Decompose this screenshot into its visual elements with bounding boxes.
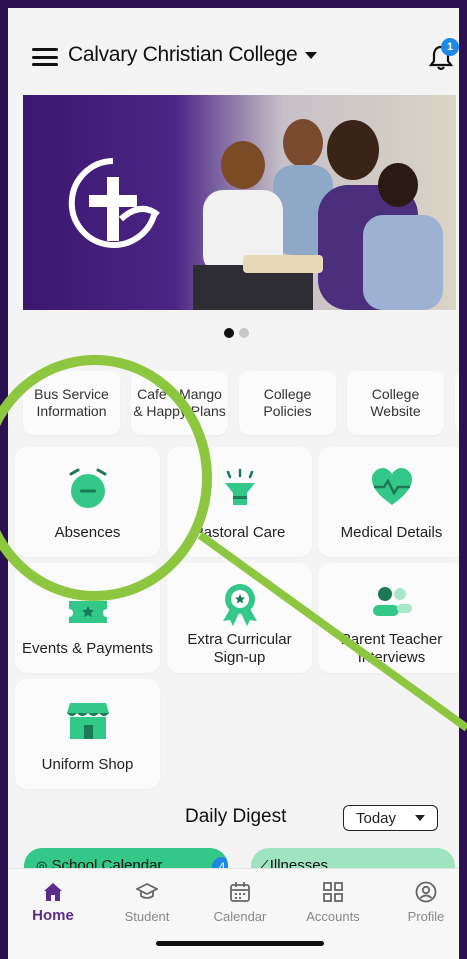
digest-filter-value: Today: [356, 810, 397, 827]
banner-image[interactable]: [23, 95, 456, 310]
bottom-navigation: Home Student Calendar Accounts Profile: [8, 868, 459, 959]
quick-link-college-website[interactable]: College Website: [347, 371, 444, 435]
tile-absences[interactable]: Absences: [15, 447, 160, 557]
home-icon: [44, 883, 62, 901]
quick-link-partial[interactable]: C: [455, 371, 459, 435]
quick-link-label: College Policies: [263, 386, 312, 419]
funnel-icon: [224, 468, 255, 505]
hamburger-menu-icon[interactable]: [32, 48, 58, 66]
carousel-dot[interactable]: [239, 328, 249, 338]
nav-calendar[interactable]: Calendar: [200, 881, 280, 924]
app-screen: Calvary Christian College 1 Bus Service …: [8, 8, 459, 959]
home-indicator[interactable]: [156, 941, 324, 946]
heart-icon: [371, 468, 412, 505]
tile-label: Uniform Shop: [41, 756, 134, 773]
tile-label: Events & Payments: [22, 640, 153, 657]
award-ribbon-icon: [222, 584, 257, 626]
tile-label: Absences: [54, 524, 121, 541]
tile-medical-details[interactable]: Medical Details: [318, 447, 459, 557]
tile-label: Medical Details: [340, 524, 443, 541]
tile-label: Extra Curricular Sign-up: [187, 631, 292, 666]
quick-link-label: Bus Service Information: [34, 386, 109, 419]
nav-accounts[interactable]: Accounts: [293, 881, 373, 924]
calendar-icon: [230, 882, 250, 902]
ticket-icon: [68, 601, 107, 623]
notification-badge: 1: [441, 38, 459, 56]
quick-link-college-policies[interactable]: College Policies: [239, 371, 336, 435]
daily-digest-title: Daily Digest: [185, 806, 287, 827]
tile-parent-teacher-interviews[interactable]: Parent Teacher Interviews: [318, 563, 459, 673]
carousel-dots[interactable]: [224, 325, 254, 343]
quick-link-label: College Website: [370, 386, 421, 419]
nav-student[interactable]: Student: [107, 881, 187, 924]
nav-label: Accounts: [306, 909, 360, 924]
quick-link-label: Cafe - Mango & Happy Plans: [133, 386, 226, 419]
nav-label: Calendar: [213, 909, 267, 924]
students-photo: [193, 119, 443, 310]
nav-label: Profile: [407, 909, 445, 924]
app-header: Calvary Christian College 1: [8, 36, 459, 76]
graduation-cap-icon: [136, 882, 158, 899]
tile-events-payments[interactable]: Events & Payments: [15, 563, 160, 673]
profile-icon: [415, 881, 437, 903]
nav-profile[interactable]: Profile: [386, 881, 459, 924]
tile-label: Parent Teacher Interviews: [340, 631, 443, 666]
alarm-clock-icon: [69, 468, 106, 508]
shop-icon: [66, 703, 109, 739]
tile-label: Pastoral Care: [193, 524, 286, 541]
app-title[interactable]: Calvary Christian College: [68, 43, 298, 67]
tile-extra-curricular[interactable]: Extra Curricular Sign-up: [167, 563, 312, 673]
grid-icon: [323, 882, 343, 902]
nav-label: Student: [124, 909, 170, 924]
nav-label: Home: [32, 907, 74, 924]
chevron-down-icon[interactable]: [305, 52, 317, 59]
chevron-down-icon: [415, 815, 425, 821]
tile-pastoral-care[interactable]: Pastoral Care: [167, 447, 312, 557]
quick-link-cafe[interactable]: Cafe - Mango & Happy Plans: [131, 371, 228, 435]
nav-home[interactable]: Home: [13, 881, 93, 924]
carousel-dot-active[interactable]: [224, 328, 234, 338]
quick-link-bus-service[interactable]: Bus Service Information: [23, 371, 120, 435]
tile-uniform-shop[interactable]: Uniform Shop: [15, 679, 160, 789]
digest-filter-select[interactable]: Today: [343, 805, 438, 831]
people-icon: [372, 587, 412, 616]
